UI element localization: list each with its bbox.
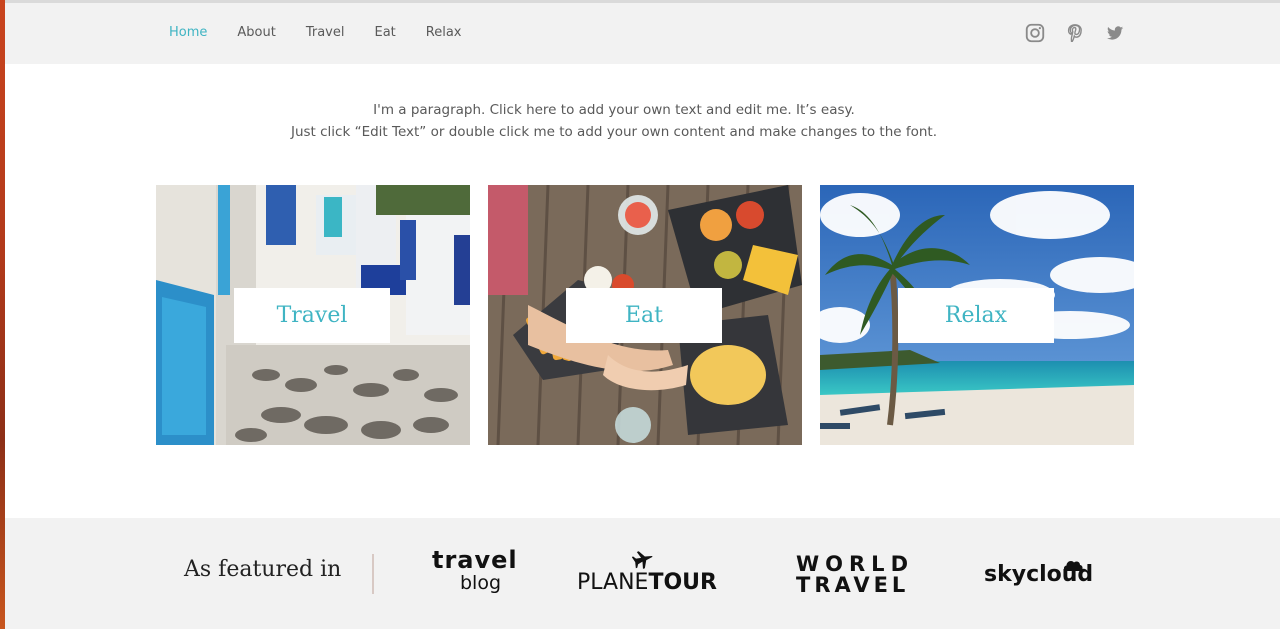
planetour-logo-bold: TOUR (648, 570, 717, 595)
intro-paragraph[interactable]: I'm a paragraph. Click here to add your … (0, 99, 1228, 143)
airplane-icon (632, 551, 653, 569)
nav-eat[interactable]: Eat (374, 25, 395, 41)
card-relax[interactable]: Relax (820, 185, 1134, 445)
cloud-icon (1063, 560, 1083, 571)
travel-blog-logo-line1: travel (432, 546, 518, 574)
planetour-logo-text: PLANETOUR (577, 570, 717, 595)
travel-blog-logo-line2: blog (460, 572, 502, 594)
featured-title: As featured in (184, 557, 342, 582)
card-travel[interactable]: Travel (156, 185, 470, 445)
window-top-edge (0, 0, 1280, 3)
nav-travel[interactable]: Travel (306, 25, 345, 41)
card-label-eat: Eat (566, 288, 722, 343)
social-bar (1024, 22, 1144, 44)
world-travel-logo-line1: WORLD (796, 552, 914, 576)
featured-section: As featured in travel blog PLANETOUR WOR… (0, 518, 1280, 629)
pinterest-icon[interactable] (1064, 22, 1086, 44)
site-header: Home About Travel Eat Relax (0, 0, 1280, 64)
nav-home[interactable]: Home (169, 25, 207, 41)
intro-line-2: Just click “Edit Text” or double click m… (290, 124, 938, 140)
nav-relax[interactable]: Relax (426, 25, 462, 41)
travel-blog-logo[interactable]: travel blog (432, 548, 518, 594)
intro-line-1: I'm a paragraph. Click here to add your … (373, 102, 855, 118)
desktop-background-edge (0, 0, 5, 629)
skycloud-logo[interactable]: skycloud (984, 560, 1093, 587)
main-nav: Home About Travel Eat Relax (169, 25, 491, 41)
instagram-icon[interactable] (1024, 22, 1046, 44)
card-eat[interactable]: Eat (488, 185, 802, 445)
twitter-icon[interactable] (1104, 22, 1126, 44)
card-label-travel: Travel (234, 288, 390, 343)
world-travel-logo[interactable]: WORLD TRAVEL (796, 554, 914, 596)
nav-about[interactable]: About (237, 25, 275, 41)
featured-divider (372, 554, 374, 594)
world-travel-logo-line2: TRAVEL (796, 573, 910, 597)
card-label-relax: Relax (898, 288, 1054, 343)
planetour-logo-light: PLANE (577, 570, 649, 595)
